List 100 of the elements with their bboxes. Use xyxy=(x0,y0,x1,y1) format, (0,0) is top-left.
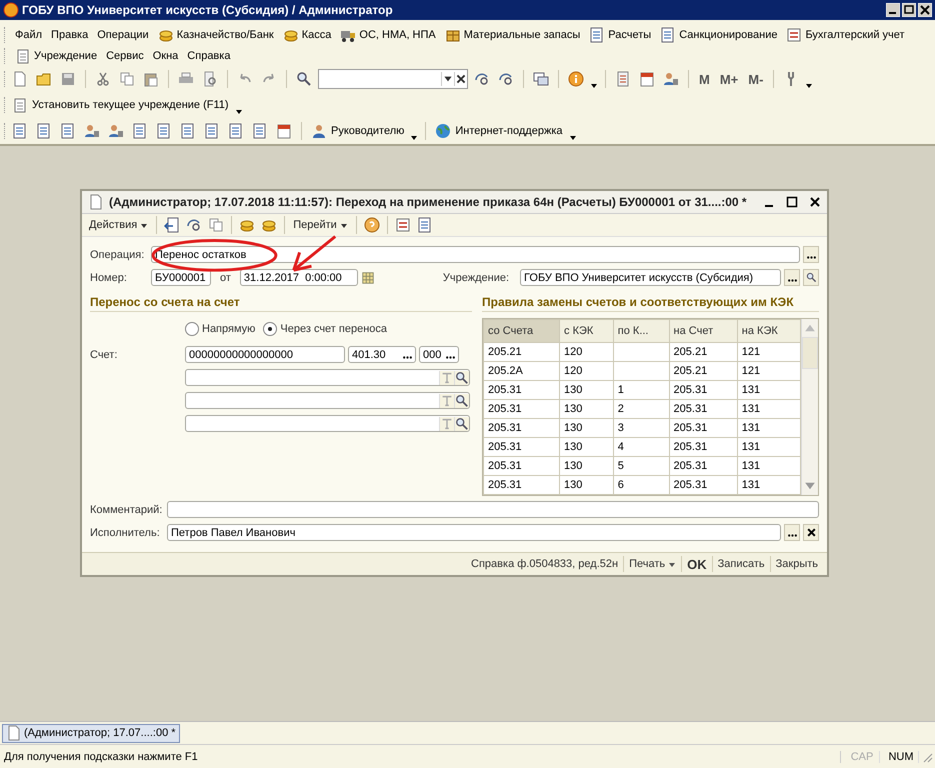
column-header[interactable]: по К... xyxy=(613,320,670,342)
help-icon[interactable] xyxy=(364,217,380,233)
memory-button[interactable]: M xyxy=(696,72,713,86)
footer-button[interactable]: OK xyxy=(682,556,712,572)
caret-icon[interactable] xyxy=(590,81,598,89)
calculator-icon[interactable] xyxy=(615,71,631,87)
refresh-icon[interactable] xyxy=(186,217,202,233)
paste-icon[interactable] xyxy=(143,71,159,87)
calendar-icon[interactable] xyxy=(276,123,292,139)
scrollbar[interactable] xyxy=(801,319,818,495)
search-icon[interactable] xyxy=(296,71,312,87)
copy-icon[interactable] xyxy=(119,71,135,87)
radio-option[interactable]: Напрямую xyxy=(185,322,256,336)
ellipsis-icon[interactable] xyxy=(445,356,456,359)
select-button[interactable] xyxy=(803,246,819,263)
preview-icon[interactable] xyxy=(202,71,218,87)
scroll-thumb[interactable] xyxy=(802,337,818,369)
menu-item[interactable]: Справка xyxy=(187,50,230,62)
menu-item[interactable]: Окна xyxy=(152,50,178,62)
report-icon[interactable] xyxy=(12,123,28,139)
ledger-icon[interactable] xyxy=(394,217,411,233)
resize-grip[interactable] xyxy=(921,750,933,762)
menu-item[interactable]: Учреждение xyxy=(15,48,98,64)
report-icon[interactable] xyxy=(252,123,268,139)
footer-button[interactable]: Справка ф.0504833, ред.52н xyxy=(466,558,624,570)
refresh-icon[interactable] xyxy=(498,71,514,87)
search-icon[interactable] xyxy=(454,370,469,384)
menu-item[interactable]: Бухгалтерский учет xyxy=(786,26,905,42)
memory-button[interactable]: M- xyxy=(745,72,766,86)
folder-icon[interactable] xyxy=(36,71,52,87)
calendar-icon[interactable] xyxy=(360,270,375,284)
report-icon[interactable] xyxy=(36,123,52,139)
date-field[interactable]: 31.12.2017 0:00:00 xyxy=(240,269,358,286)
menu-item[interactable]: Операции xyxy=(97,28,149,40)
users-icon[interactable] xyxy=(108,123,124,139)
users-icon[interactable] xyxy=(84,123,100,139)
select-button[interactable] xyxy=(784,269,800,286)
kek-field[interactable]: 000 xyxy=(419,346,459,363)
scissors-icon[interactable] xyxy=(95,71,111,87)
taskbar-item[interactable]: (Администратор; 17.07....:00 * xyxy=(2,724,180,742)
menu-item[interactable]: Касса xyxy=(282,26,332,42)
menu-item[interactable]: Санкционирование xyxy=(660,26,778,42)
refresh-icon[interactable] xyxy=(474,71,490,87)
actions-menu[interactable]: Действия xyxy=(86,219,152,231)
users-icon[interactable] xyxy=(663,71,679,87)
go-to-menu[interactable]: Перейти xyxy=(290,219,351,231)
dropdown-icon[interactable] xyxy=(441,72,454,86)
ellipsis-icon[interactable] xyxy=(402,356,413,359)
toolbar-button[interactable]: Интернет-поддержка xyxy=(433,123,564,139)
account-code-field[interactable]: 401.30 xyxy=(348,346,416,363)
toolbar-button[interactable]: Руководителю xyxy=(309,123,406,139)
search-field[interactable] xyxy=(318,69,468,89)
column-header[interactable]: с КЭК xyxy=(560,320,614,342)
caret-icon[interactable] xyxy=(568,133,576,141)
page-icon[interactable] xyxy=(12,71,28,87)
minimize-button[interactable] xyxy=(886,3,900,17)
account-field[interactable]: 00000000000000000 xyxy=(185,346,345,363)
subconto-field[interactable] xyxy=(185,392,470,409)
column-header[interactable]: на Счет xyxy=(669,320,738,342)
memory-button[interactable]: M+ xyxy=(716,72,742,86)
clear-button[interactable] xyxy=(803,524,819,541)
maximize-button[interactable] xyxy=(786,196,798,208)
caret-icon[interactable] xyxy=(410,133,418,141)
footer-button[interactable]: Печать xyxy=(624,558,682,570)
report-icon[interactable] xyxy=(204,123,220,139)
menu-item[interactable]: ОС, НМА, НПА xyxy=(340,26,436,42)
calendar-icon[interactable] xyxy=(639,71,655,87)
column-header[interactable]: на КЭК xyxy=(737,320,800,342)
institution-field[interactable]: ГОБУ ВПО Университет искусств (Субсидия) xyxy=(520,269,781,286)
set-institution-button[interactable]: Установить текущее учреждение (F11) xyxy=(10,97,231,113)
footer-button[interactable]: Записать xyxy=(712,558,770,570)
report-icon[interactable] xyxy=(156,123,172,139)
footer-button[interactable]: Закрыть xyxy=(770,558,823,570)
menu-item[interactable]: Сервис xyxy=(106,50,144,62)
menu-item[interactable]: Файл xyxy=(15,28,42,40)
search-button[interactable] xyxy=(803,269,819,286)
select-button[interactable] xyxy=(784,524,800,541)
radio-button[interactable] xyxy=(263,322,278,336)
radio-option[interactable]: Через счет переноса xyxy=(263,322,388,336)
number-field[interactable]: БУ000001 xyxy=(151,269,211,286)
subconto-field[interactable] xyxy=(185,369,470,386)
menu-item[interactable]: Казначейство/Банк xyxy=(158,26,274,42)
search-icon[interactable] xyxy=(454,394,469,408)
report-icon[interactable] xyxy=(60,123,76,139)
column-header[interactable]: со Счета xyxy=(484,320,560,342)
report-icon[interactable] xyxy=(416,217,433,233)
menu-item[interactable]: Правка xyxy=(51,28,88,40)
copy-icon[interactable] xyxy=(208,217,224,233)
search-icon[interactable] xyxy=(454,416,469,430)
radio-button[interactable] xyxy=(185,322,199,336)
comment-field[interactable] xyxy=(167,501,819,518)
caret-icon[interactable] xyxy=(234,107,243,115)
report-icon[interactable] xyxy=(228,123,244,139)
executor-field[interactable]: Петров Павел Иванович xyxy=(167,524,781,541)
clear-icon[interactable] xyxy=(454,72,467,86)
info-icon[interactable] xyxy=(568,71,584,87)
close-button[interactable] xyxy=(809,196,821,208)
subconto-field[interactable] xyxy=(185,415,470,432)
operation-field[interactable]: Перенос остатков xyxy=(151,246,800,263)
report-icon[interactable] xyxy=(132,123,148,139)
